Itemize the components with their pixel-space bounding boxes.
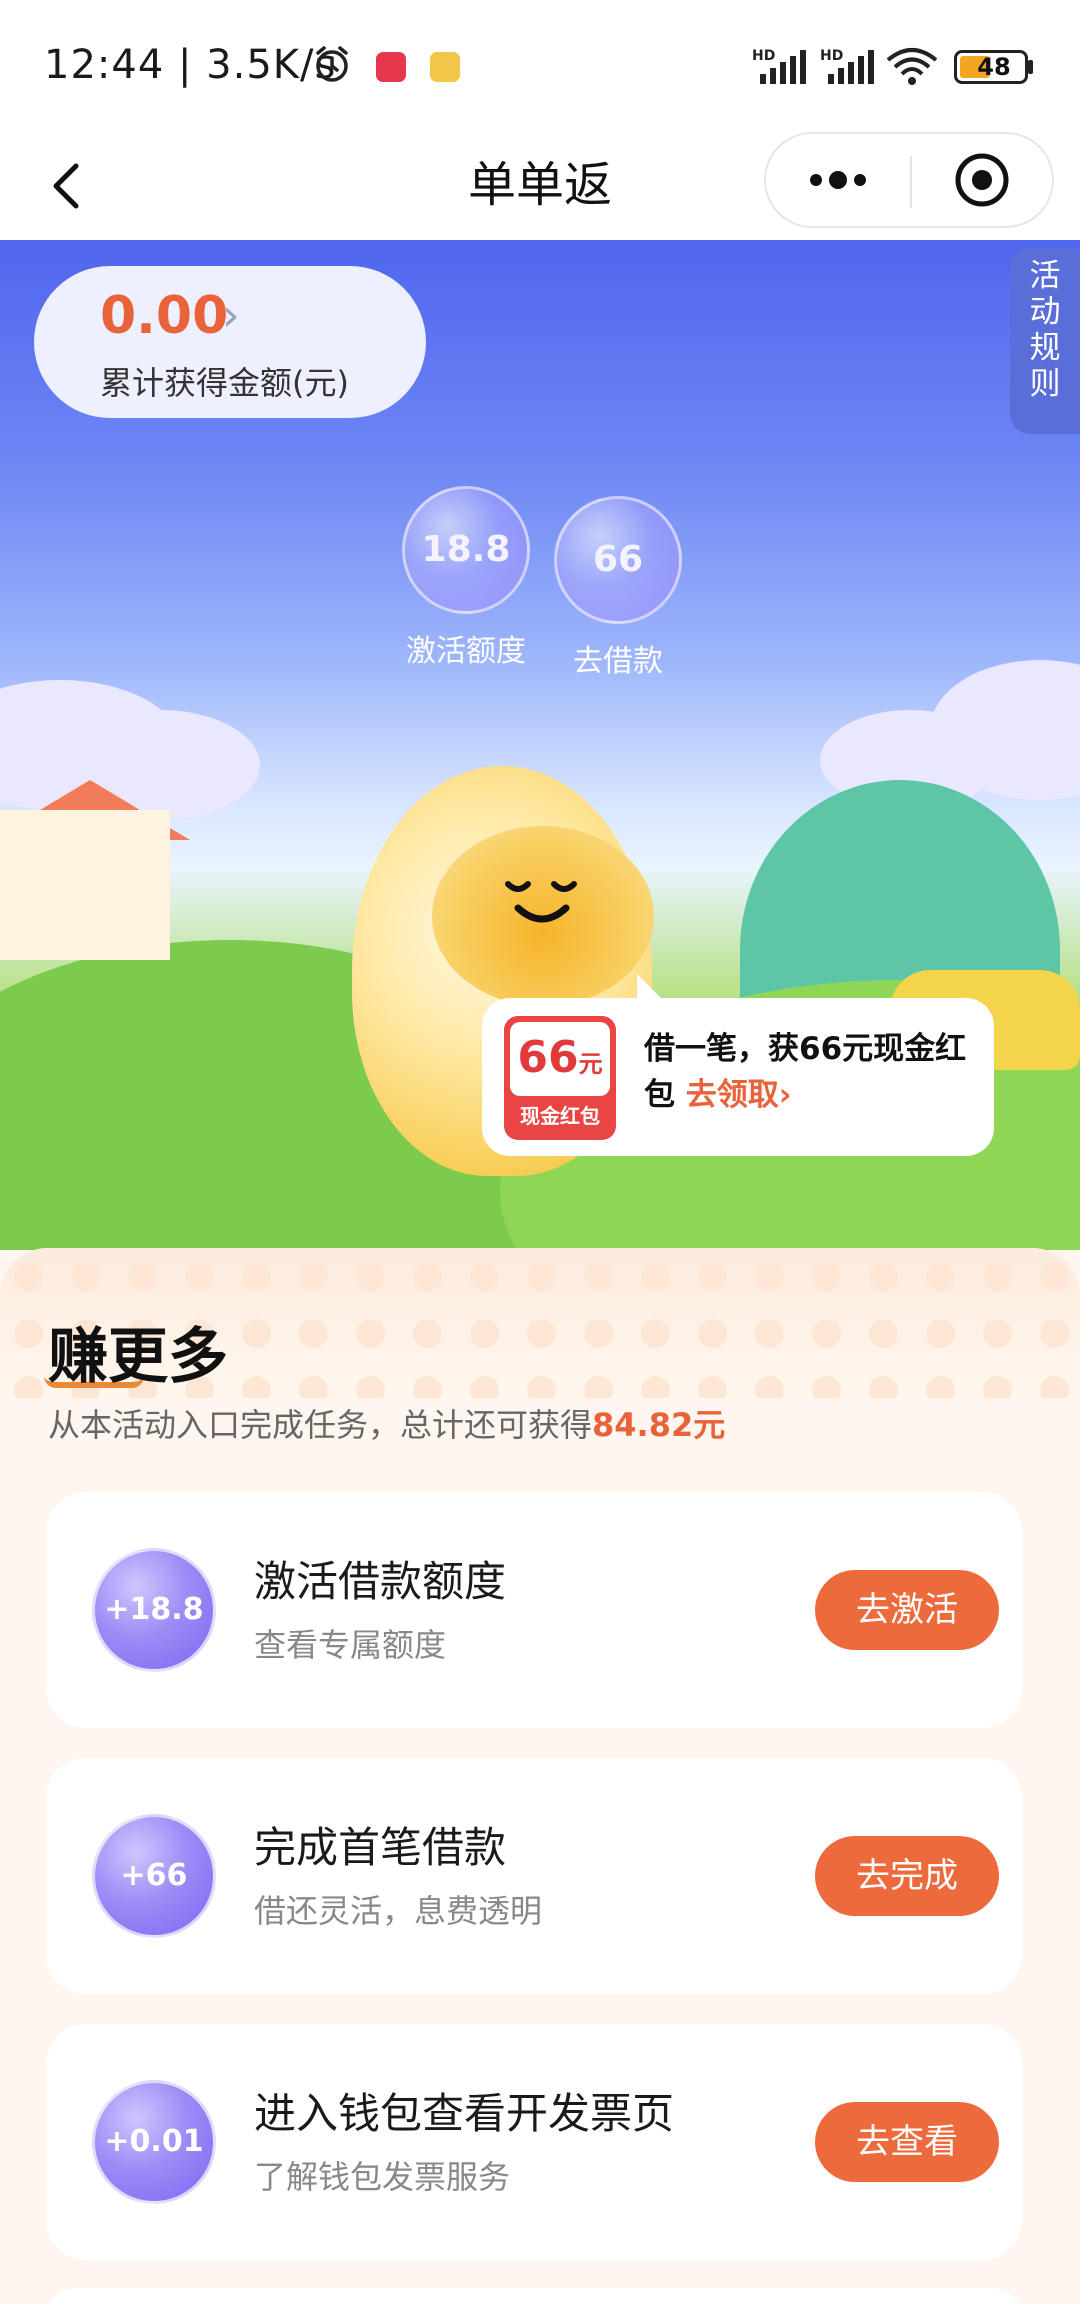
signal-icon: HD	[752, 48, 806, 84]
task-card-partial	[46, 2288, 1022, 2304]
task-reward-bubble: +0.01	[92, 2080, 216, 2204]
signal-icon-2: HD	[820, 48, 874, 84]
target-icon	[955, 153, 1009, 207]
mascot-window	[432, 826, 654, 1006]
svg-text:HD: HD	[752, 48, 775, 64]
status-bar: 12:44 | 3.5K/s HD HD 48	[0, 0, 1080, 130]
task-description: 了解钱包发票服务	[254, 2158, 511, 2196]
svg-text:HD: HD	[820, 48, 843, 64]
loan-bubble[interactable]: 66	[554, 496, 682, 624]
promo-text: 借一笔，获66元现金红包 去领取›	[644, 1031, 967, 1113]
more-button[interactable]	[766, 134, 910, 226]
earn-more-title: 赚更多	[48, 1322, 228, 1392]
battery-icon: 48	[954, 50, 1028, 84]
alarm-icon	[316, 46, 348, 82]
battery-tip	[1028, 60, 1033, 74]
message-app-icon	[430, 52, 460, 82]
earn-more-section: 赚更多 从本活动入口完成任务，总计还可获得84.82元 +18.8 激活借款额度…	[0, 1248, 1080, 2304]
earn-more-subtitle: 从本活动入口完成任务，总计还可获得84.82元	[48, 1406, 726, 1444]
task-reward-bubble: +66	[92, 1814, 216, 1938]
status-time: 12:44 | 3.5K/s	[44, 42, 337, 88]
miniprogram-capsule	[764, 132, 1054, 228]
task-title: 完成首笔借款	[254, 1823, 507, 1872]
wifi-icon	[886, 48, 938, 85]
back-button[interactable]	[40, 140, 100, 230]
cash-coupon: 66元 现金红包	[504, 1016, 616, 1140]
chevron-right-icon: ›	[222, 290, 240, 341]
remaining-amount: 84.82元	[592, 1406, 726, 1444]
coupon-label: 现金红包	[520, 1104, 600, 1128]
battery-level: 48	[977, 53, 1011, 81]
hero-banner: 0.00 › 累计获得金额(元) 活动规则 18.8 激活额度 66 去借款 6…	[0, 240, 1080, 1250]
house-decoration	[0, 810, 170, 960]
notification-app-icon	[376, 52, 406, 82]
chevron-left-icon	[53, 163, 79, 209]
total-earned-card[interactable]: 0.00 › 累计获得金额(元)	[34, 266, 426, 418]
close-miniprogram-button[interactable]	[912, 134, 1056, 226]
promo-bubble[interactable]: 66元 现金红包 借一笔，获66元现金红包 去领取›	[482, 974, 994, 1156]
activity-rules-tab[interactable]: 活动规则	[1010, 248, 1080, 434]
promo-claim-link[interactable]: 去领取›	[686, 1077, 792, 1113]
promo-tail	[637, 974, 667, 1004]
loan-bubble-label: 去借款	[573, 644, 663, 679]
view-button[interactable]: 去查看	[815, 2102, 999, 2182]
task-card: +0.01 进入钱包查看开发票页 了解钱包发票服务 去查看	[46, 2024, 1022, 2260]
task-card: +18.8 激活借款额度 查看专属额度 去激活	[46, 1492, 1022, 1728]
task-description: 查看专属额度	[254, 1626, 447, 1664]
nav-bar: 单单返	[0, 130, 1080, 240]
more-dots-icon	[810, 171, 866, 189]
complete-button[interactable]: 去完成	[815, 1836, 999, 1916]
total-earned-label: 累计获得金额(元)	[100, 364, 349, 402]
credit-bubble[interactable]: 18.8	[402, 486, 530, 614]
total-earned-value: 0.00	[100, 286, 229, 346]
task-title: 激活借款额度	[254, 1557, 507, 1606]
task-reward-bubble: +18.8	[92, 1548, 216, 1672]
coupon-amount: 66元	[510, 1022, 610, 1096]
task-card: +66 完成首笔借款 借还灵活，息费透明 去完成	[46, 1758, 1022, 1994]
activity-rules-label: 活动规则	[1029, 258, 1061, 402]
page: 12:44 | 3.5K/s HD HD 48 单单返 0.00 › 累计获得金…	[0, 0, 1080, 2304]
task-title: 进入钱包查看开发票页	[254, 2089, 675, 2138]
task-description: 借还灵活，息费透明	[254, 1892, 543, 1930]
smile-face-icon	[505, 881, 577, 923]
activate-button[interactable]: 去激活	[815, 1570, 999, 1650]
